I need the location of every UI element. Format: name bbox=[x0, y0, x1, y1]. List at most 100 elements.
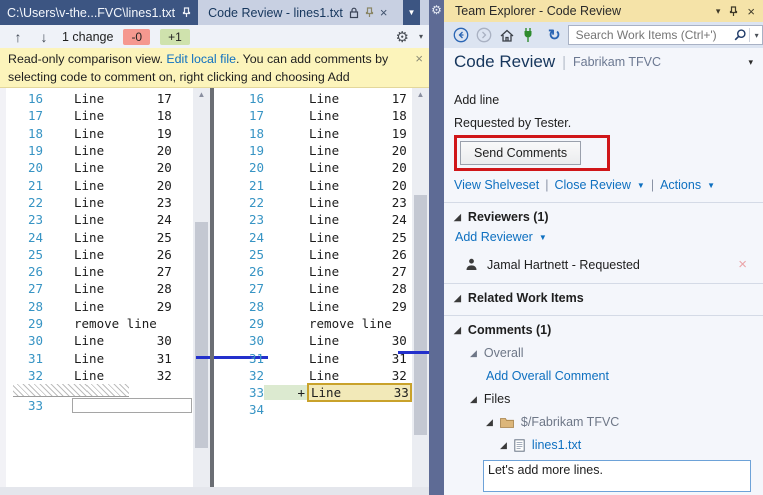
line-text: Line 19 bbox=[61, 126, 172, 141]
line-number: 24 bbox=[215, 230, 264, 245]
add-reviewer-link[interactable]: Add Reviewer bbox=[455, 230, 533, 244]
diff-row: 28Line 29 bbox=[0, 298, 193, 315]
overall-node[interactable]: ◢ Overall bbox=[470, 346, 753, 360]
person-icon bbox=[465, 258, 478, 271]
line-text: Line 18 bbox=[61, 108, 172, 123]
actions-caret-icon[interactable]: ▼ bbox=[707, 181, 715, 190]
window-position-caret-icon[interactable]: ▾ bbox=[716, 6, 721, 17]
right-scrollbar-thumb[interactable] bbox=[414, 195, 427, 435]
diff-row bbox=[13, 384, 129, 397]
line-number: 18 bbox=[0, 126, 43, 141]
banner-close-icon[interactable]: × bbox=[415, 50, 423, 68]
compare-settings-caret-icon[interactable]: ▾ bbox=[419, 32, 423, 41]
panel-splitter[interactable]: ⚙ bbox=[429, 0, 444, 495]
reviewer-row[interactable]: Jamal Hartnett - Requested × bbox=[465, 256, 753, 273]
pane-divider[interactable] bbox=[210, 88, 214, 487]
left-scrollbar-thumb[interactable] bbox=[195, 222, 208, 448]
work-item-search[interactable]: ▾ bbox=[568, 25, 763, 45]
diff-row: 20Line 20 bbox=[215, 159, 413, 176]
pin-icon[interactable] bbox=[729, 6, 738, 17]
right-scrollbar[interactable]: ▲ bbox=[412, 88, 429, 487]
gear-icon[interactable]: ⚙ bbox=[429, 3, 444, 17]
page-title: Code Review bbox=[454, 52, 555, 72]
next-change-button[interactable]: ↓ bbox=[36, 29, 52, 45]
home-icon[interactable] bbox=[499, 28, 515, 43]
tab-local-file-label: C:\Users\v-the...FVC\lines1.txt bbox=[7, 6, 175, 20]
expander-icon[interactable]: ◢ bbox=[454, 293, 461, 304]
send-comments-button[interactable]: Send Comments bbox=[460, 141, 581, 165]
line-number: 33 bbox=[0, 398, 43, 413]
team-explorer-titlebar[interactable]: Team Explorer - Code Review ▾ × bbox=[444, 0, 763, 22]
document-well-dropdown[interactable]: ▼ bbox=[403, 0, 420, 25]
line-text: remove line bbox=[307, 316, 392, 331]
line-text: Line 31 bbox=[61, 351, 172, 366]
plug-icon[interactable] bbox=[522, 27, 534, 43]
expander-icon[interactable]: ◢ bbox=[470, 348, 477, 359]
diff-pane-right[interactable]: 16Line 1717Line 1818Line 1919Line 2020Li… bbox=[215, 88, 413, 487]
view-shelveset-link[interactable]: View Shelveset bbox=[454, 178, 539, 192]
added-line-comment-highlight: Line 33 bbox=[307, 383, 412, 402]
files-label: Files bbox=[484, 392, 510, 406]
diff-pane-left[interactable]: 16Line 1717Line 1818Line 1919Line 2020Li… bbox=[0, 88, 193, 487]
banner-text-2: . You can add comments by bbox=[236, 52, 388, 66]
line-text: Line 26 bbox=[307, 247, 407, 262]
line-text: Line 20 bbox=[61, 178, 172, 193]
scroll-up-icon[interactable]: ▲ bbox=[412, 90, 429, 99]
search-options-caret-icon[interactable]: ▾ bbox=[752, 31, 762, 40]
back-icon[interactable] bbox=[453, 27, 469, 43]
folder-node[interactable]: ◢ $/Fabrikam TFVC bbox=[486, 415, 753, 429]
add-overall-comment-link[interactable]: Add Overall Comment bbox=[486, 369, 609, 383]
file-node[interactable]: ◢ lines1.txt bbox=[500, 438, 753, 452]
line-text: Line 20 bbox=[61, 160, 172, 175]
line-number: 28 bbox=[215, 299, 264, 314]
horizontal-scrollbar[interactable] bbox=[0, 487, 429, 495]
files-node[interactable]: ◢ Files bbox=[470, 392, 753, 406]
line-number: 20 bbox=[0, 160, 43, 175]
pin-icon[interactable] bbox=[365, 7, 374, 18]
expander-icon[interactable]: ◢ bbox=[486, 417, 493, 428]
scroll-up-icon[interactable]: ▲ bbox=[193, 90, 210, 99]
search-icon[interactable] bbox=[733, 28, 747, 42]
close-icon[interactable]: × bbox=[747, 4, 755, 19]
line-number: 24 bbox=[0, 230, 43, 245]
previous-change-button[interactable]: ↑ bbox=[10, 29, 26, 45]
tab-code-review[interactable]: Code Review - lines1.txt × bbox=[198, 0, 394, 25]
close-review-link[interactable]: Close Review bbox=[555, 178, 631, 192]
diff-row: 16Line 17 bbox=[215, 90, 413, 107]
remove-reviewer-icon[interactable]: × bbox=[738, 256, 747, 273]
line-text: Line 25 bbox=[307, 230, 407, 245]
expander-icon[interactable]: ◢ bbox=[454, 325, 461, 336]
review-links: View Shelveset | Close Review ▼ | Action… bbox=[454, 178, 753, 192]
left-scrollbar[interactable]: ▲ bbox=[193, 88, 210, 487]
close-icon[interactable]: × bbox=[380, 5, 388, 20]
diff-row: 21Line 20 bbox=[215, 176, 413, 193]
line-text: remove line bbox=[61, 316, 157, 331]
actions-link[interactable]: Actions bbox=[660, 178, 701, 192]
line-number: 32 bbox=[0, 368, 43, 383]
page-switch-caret-icon[interactable]: ▾ bbox=[748, 57, 753, 68]
project-context: Fabrikam TFVC bbox=[573, 55, 741, 69]
reviewer-name: Jamal Hartnett - Requested bbox=[487, 258, 729, 272]
add-reviewer-caret-icon[interactable]: ▼ bbox=[539, 233, 547, 242]
close-review-caret-icon[interactable]: ▼ bbox=[637, 181, 645, 190]
expander-icon[interactable]: ◢ bbox=[454, 212, 461, 223]
line-text: Line 20 bbox=[307, 178, 407, 193]
line-text: Line 28 bbox=[61, 281, 172, 296]
team-explorer-title: Team Explorer - Code Review bbox=[455, 4, 716, 18]
expander-icon[interactable]: ◢ bbox=[470, 394, 477, 405]
comment-input[interactable]: Let's add more lines. bbox=[483, 460, 751, 492]
forward-icon[interactable] bbox=[476, 27, 492, 43]
expander-icon[interactable]: ◢ bbox=[500, 440, 507, 451]
line-number: 19 bbox=[0, 143, 43, 158]
pin-icon[interactable] bbox=[182, 7, 191, 18]
refresh-icon[interactable]: ↻ bbox=[548, 26, 561, 44]
line-text: Line 20 bbox=[307, 143, 407, 158]
removed-count-badge: -0 bbox=[123, 29, 150, 45]
line-number: 25 bbox=[0, 247, 43, 262]
tab-local-file[interactable]: C:\Users\v-the...FVC\lines1.txt bbox=[0, 0, 198, 25]
search-input[interactable] bbox=[574, 27, 733, 43]
file-link[interactable]: lines1.txt bbox=[532, 438, 581, 452]
edit-local-file-link[interactable]: Edit local file bbox=[166, 52, 236, 66]
compare-settings-gear-icon[interactable]: ⚙ bbox=[396, 28, 409, 46]
line-text: Line 18 bbox=[307, 108, 407, 123]
